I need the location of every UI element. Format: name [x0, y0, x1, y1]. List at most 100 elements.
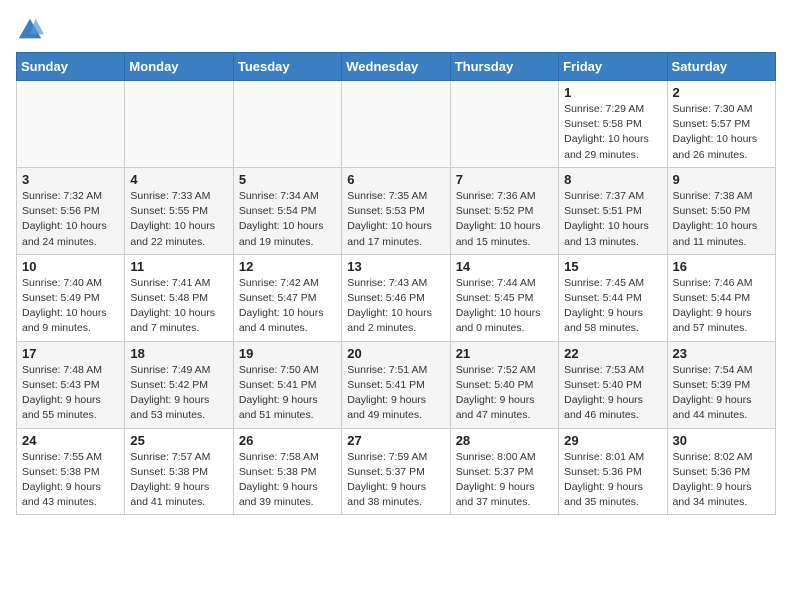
day-info: Sunrise: 7:29 AM Sunset: 5:58 PM Dayligh…	[564, 102, 661, 163]
day-info: Sunrise: 7:38 AM Sunset: 5:50 PM Dayligh…	[673, 189, 770, 250]
calendar-cell: 18 Sunrise: 7:49 AM Sunset: 5:42 PM Dayli…	[125, 341, 233, 428]
calendar-cell: 29 Sunrise: 8:01 AM Sunset: 5:36 PM Dayli…	[559, 428, 667, 515]
day-number: 15	[564, 259, 661, 274]
day-number: 14	[456, 259, 553, 274]
day-number: 29	[564, 433, 661, 448]
day-of-week-header: Saturday	[667, 53, 775, 81]
calendar-cell: 2 Sunrise: 7:30 AM Sunset: 5:57 PM Daylig…	[667, 81, 775, 168]
day-info: Sunrise: 7:48 AM Sunset: 5:43 PM Dayligh…	[22, 363, 119, 424]
day-info: Sunrise: 7:54 AM Sunset: 5:39 PM Dayligh…	[673, 363, 770, 424]
day-of-week-header: Tuesday	[233, 53, 341, 81]
calendar-cell: 19 Sunrise: 7:50 AM Sunset: 5:41 PM Dayli…	[233, 341, 341, 428]
day-info: Sunrise: 7:55 AM Sunset: 5:38 PM Dayligh…	[22, 450, 119, 511]
page-header	[16, 16, 776, 44]
day-number: 8	[564, 172, 661, 187]
day-number: 21	[456, 346, 553, 361]
day-info: Sunrise: 8:00 AM Sunset: 5:37 PM Dayligh…	[456, 450, 553, 511]
calendar-cell: 3 Sunrise: 7:32 AM Sunset: 5:56 PM Daylig…	[17, 167, 125, 254]
day-number: 1	[564, 85, 661, 100]
calendar-cell: 22 Sunrise: 7:53 AM Sunset: 5:40 PM Dayli…	[559, 341, 667, 428]
calendar-cell: 15 Sunrise: 7:45 AM Sunset: 5:44 PM Dayli…	[559, 254, 667, 341]
calendar-week-row: 1 Sunrise: 7:29 AM Sunset: 5:58 PM Daylig…	[17, 81, 776, 168]
calendar-cell: 26Sunrise: 7:58 AM Sunset: 5:38 PM Dayli…	[233, 428, 341, 515]
day-info: Sunrise: 7:51 AM Sunset: 5:41 PM Dayligh…	[347, 363, 444, 424]
day-number: 2	[673, 85, 770, 100]
calendar-cell	[125, 81, 233, 168]
day-info: Sunrise: 7:35 AM Sunset: 5:53 PM Dayligh…	[347, 189, 444, 250]
calendar-cell	[450, 81, 558, 168]
day-info: Sunrise: 7:50 AM Sunset: 5:41 PM Dayligh…	[239, 363, 336, 424]
day-number: 18	[130, 346, 227, 361]
day-info: Sunrise: 7:46 AM Sunset: 5:44 PM Dayligh…	[673, 276, 770, 337]
calendar-cell: 20 Sunrise: 7:51 AM Sunset: 5:41 PM Dayli…	[342, 341, 450, 428]
day-info: Sunrise: 7:43 AM Sunset: 5:46 PM Dayligh…	[347, 276, 444, 337]
day-info: Sunrise: 7:37 AM Sunset: 5:51 PM Dayligh…	[564, 189, 661, 250]
day-number: 10	[22, 259, 119, 274]
calendar-cell: 16Sunrise: 7:46 AM Sunset: 5:44 PM Dayli…	[667, 254, 775, 341]
day-number: 30	[673, 433, 770, 448]
day-number: 22	[564, 346, 661, 361]
calendar-cell: 12 Sunrise: 7:42 AM Sunset: 5:47 PM Dayli…	[233, 254, 341, 341]
day-info: Sunrise: 7:45 AM Sunset: 5:44 PM Dayligh…	[564, 276, 661, 337]
day-number: 3	[22, 172, 119, 187]
day-info: Sunrise: 7:58 AM Sunset: 5:38 PM Dayligh…	[239, 450, 336, 511]
day-info: Sunrise: 7:40 AM Sunset: 5:49 PM Dayligh…	[22, 276, 119, 337]
day-info: Sunrise: 8:02 AM Sunset: 5:36 PM Dayligh…	[673, 450, 770, 511]
calendar-week-row: 10 Sunrise: 7:40 AM Sunset: 5:49 PM Dayli…	[17, 254, 776, 341]
day-info: Sunrise: 7:33 AM Sunset: 5:55 PM Dayligh…	[130, 189, 227, 250]
calendar-cell: 30 Sunrise: 8:02 AM Sunset: 5:36 PM Dayli…	[667, 428, 775, 515]
day-number: 25	[130, 433, 227, 448]
calendar-cell: 4 Sunrise: 7:33 AM Sunset: 5:55 PM Daylig…	[125, 167, 233, 254]
logo-icon	[16, 16, 44, 44]
day-number: 5	[239, 172, 336, 187]
calendar-cell: 23 Sunrise: 7:54 AM Sunset: 5:39 PM Dayli…	[667, 341, 775, 428]
day-number: 12	[239, 259, 336, 274]
day-of-week-header: Sunday	[17, 53, 125, 81]
calendar-cell: 27Sunrise: 7:59 AM Sunset: 5:37 PM Dayli…	[342, 428, 450, 515]
day-number: 20	[347, 346, 444, 361]
day-number: 13	[347, 259, 444, 274]
day-info: Sunrise: 7:49 AM Sunset: 5:42 PM Dayligh…	[130, 363, 227, 424]
day-number: 17	[22, 346, 119, 361]
calendar-week-row: 17 Sunrise: 7:48 AM Sunset: 5:43 PM Dayli…	[17, 341, 776, 428]
day-number: 24	[22, 433, 119, 448]
day-of-week-header: Thursday	[450, 53, 558, 81]
calendar-cell: 6 Sunrise: 7:35 AM Sunset: 5:53 PM Daylig…	[342, 167, 450, 254]
day-info: Sunrise: 7:57 AM Sunset: 5:38 PM Dayligh…	[130, 450, 227, 511]
day-of-week-header: Wednesday	[342, 53, 450, 81]
calendar-cell: 13 Sunrise: 7:43 AM Sunset: 5:46 PM Dayli…	[342, 254, 450, 341]
day-number: 19	[239, 346, 336, 361]
calendar-cell	[342, 81, 450, 168]
day-number: 9	[673, 172, 770, 187]
day-info: Sunrise: 7:42 AM Sunset: 5:47 PM Dayligh…	[239, 276, 336, 337]
day-of-week-header: Friday	[559, 53, 667, 81]
calendar-week-row: 3 Sunrise: 7:32 AM Sunset: 5:56 PM Daylig…	[17, 167, 776, 254]
calendar-cell: 5Sunrise: 7:34 AM Sunset: 5:54 PM Daylig…	[233, 167, 341, 254]
calendar-table: SundayMondayTuesdayWednesdayThursdayFrid…	[16, 52, 776, 515]
day-number: 6	[347, 172, 444, 187]
day-info: Sunrise: 7:32 AM Sunset: 5:56 PM Dayligh…	[22, 189, 119, 250]
day-info: Sunrise: 7:53 AM Sunset: 5:40 PM Dayligh…	[564, 363, 661, 424]
calendar-cell: 17 Sunrise: 7:48 AM Sunset: 5:43 PM Dayli…	[17, 341, 125, 428]
day-info: Sunrise: 7:59 AM Sunset: 5:37 PM Dayligh…	[347, 450, 444, 511]
calendar-cell: 21 Sunrise: 7:52 AM Sunset: 5:40 PM Dayli…	[450, 341, 558, 428]
calendar-cell: 11 Sunrise: 7:41 AM Sunset: 5:48 PM Dayli…	[125, 254, 233, 341]
calendar-cell: 1 Sunrise: 7:29 AM Sunset: 5:58 PM Daylig…	[559, 81, 667, 168]
day-info: Sunrise: 7:41 AM Sunset: 5:48 PM Dayligh…	[130, 276, 227, 337]
calendar-week-row: 24 Sunrise: 7:55 AM Sunset: 5:38 PM Dayli…	[17, 428, 776, 515]
logo	[16, 16, 48, 44]
calendar-cell: 7Sunrise: 7:36 AM Sunset: 5:52 PM Daylig…	[450, 167, 558, 254]
day-number: 11	[130, 259, 227, 274]
day-info: Sunrise: 8:01 AM Sunset: 5:36 PM Dayligh…	[564, 450, 661, 511]
day-of-week-header: Monday	[125, 53, 233, 81]
day-info: Sunrise: 7:30 AM Sunset: 5:57 PM Dayligh…	[673, 102, 770, 163]
day-info: Sunrise: 7:52 AM Sunset: 5:40 PM Dayligh…	[456, 363, 553, 424]
calendar-cell: 25 Sunrise: 7:57 AM Sunset: 5:38 PM Dayli…	[125, 428, 233, 515]
day-number: 23	[673, 346, 770, 361]
calendar-cell: 14 Sunrise: 7:44 AM Sunset: 5:45 PM Dayli…	[450, 254, 558, 341]
calendar-cell	[233, 81, 341, 168]
calendar-cell: 24 Sunrise: 7:55 AM Sunset: 5:38 PM Dayli…	[17, 428, 125, 515]
day-number: 4	[130, 172, 227, 187]
calendar-cell	[17, 81, 125, 168]
day-info: Sunrise: 7:44 AM Sunset: 5:45 PM Dayligh…	[456, 276, 553, 337]
